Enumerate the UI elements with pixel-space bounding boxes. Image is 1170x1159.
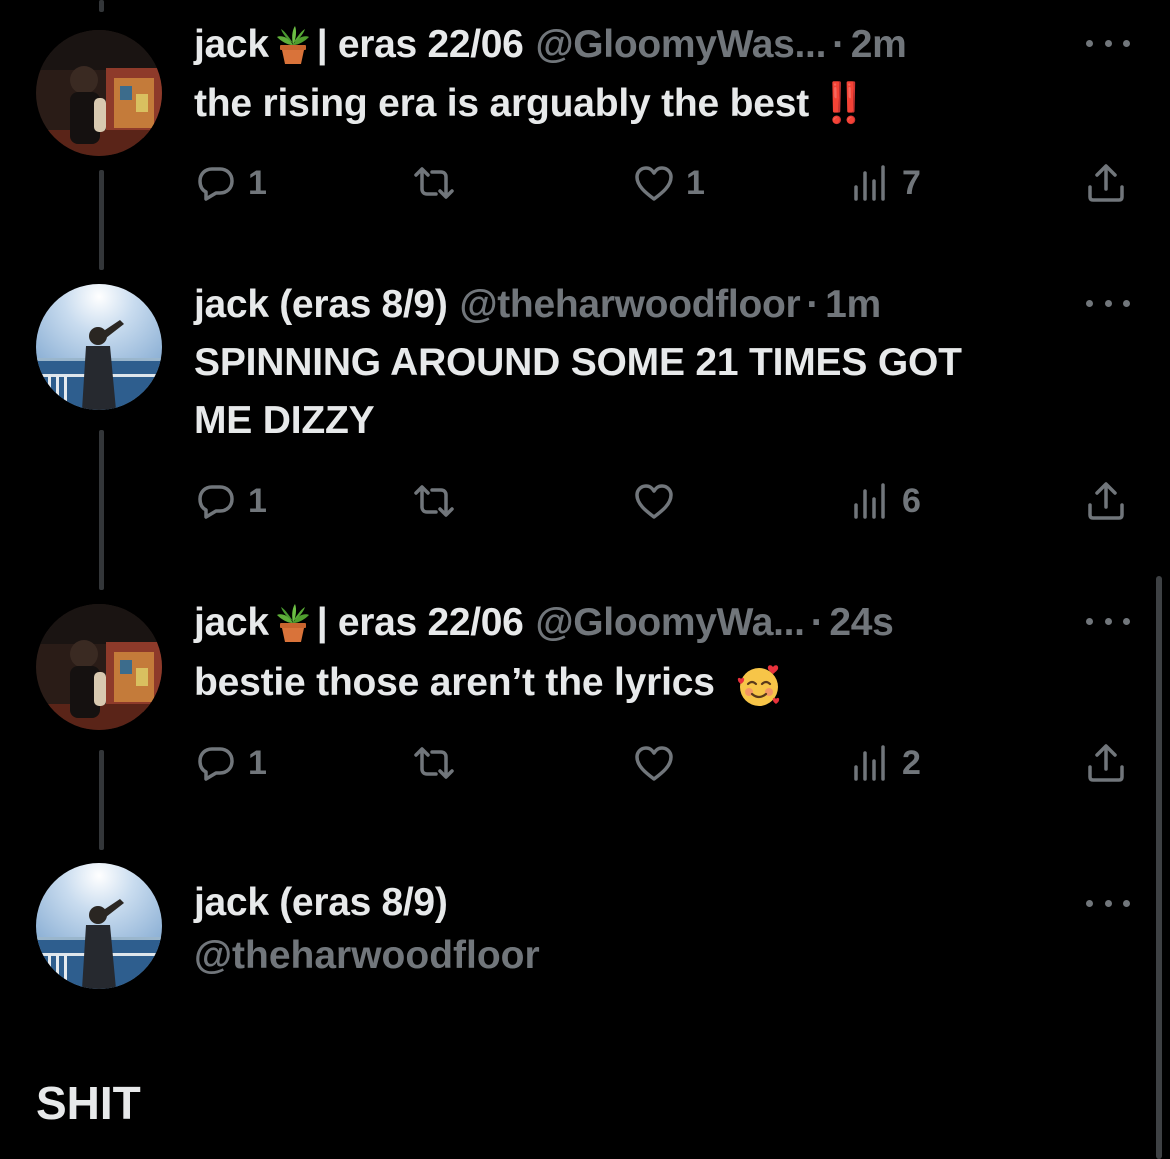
tweet-text: SPINNING AROUND SOME 21 TIMES GOT ME DIZ… [194,341,962,442]
like-button[interactable]: 1 [632,158,705,208]
like-button[interactable] [632,476,686,526]
reply-count: 1 [248,481,267,520]
avatar[interactable] [36,284,162,410]
avatar[interactable] [36,30,162,156]
thread-view: jack | eras 22/06 @GloomyWas... · 2m the… [0,0,1170,1159]
like-icon [635,746,673,781]
reply-icon [198,747,234,781]
potted-plant-emoji [276,26,309,64]
username[interactable]: @theharwoodfloor [460,283,801,327]
tweet-actions: 1 2 [194,738,1134,788]
timestamp[interactable]: 24s [829,601,893,645]
smiling-face-with-hearts-emoji [738,664,780,706]
avatar[interactable] [36,604,162,730]
reply-icon [198,167,234,201]
views-button[interactable]: 2 [848,738,921,788]
reply-button[interactable]: 1 [194,158,267,208]
display-name[interactable]: jack (eras 8/9) [194,881,448,925]
tweet-actions: 1 1 7 [194,158,1134,208]
views-button[interactable]: 7 [848,158,921,208]
reply-count: 1 [248,743,267,782]
like-button[interactable] [632,738,686,788]
double-exclamation-emoji: ‼️ [819,82,869,125]
retweet-icon [414,485,454,517]
tweet-header: jack | eras 22/06 @GloomyWa... · 24s [194,598,894,648]
display-name[interactable]: jack (eras 8/9) [194,283,448,327]
reply-count: 1 [248,163,267,202]
separator-dot: · [832,23,845,66]
view-count: 7 [902,163,921,202]
thread-line [99,0,104,12]
reply-button[interactable]: 1 [194,738,267,788]
timestamp[interactable]: 1m [825,283,881,327]
more-icon[interactable] [1086,288,1130,318]
retweet-icon [414,747,454,779]
username[interactable]: @GloomyWas... [536,23,827,67]
like-icon [635,166,673,201]
reply-icon [198,485,234,519]
view-count: 6 [902,481,921,520]
potted-plant-emoji [276,604,309,642]
share-icon [1088,164,1124,202]
timestamp[interactable]: 2m [851,23,907,67]
tweet-text: SHIT [36,1077,141,1129]
separator-dot: · [810,601,824,644]
share-button[interactable] [1084,476,1128,526]
avatar[interactable] [36,863,162,989]
retweet-icon [414,167,454,199]
separator-dot: · [806,283,820,326]
share-button[interactable] [1084,738,1128,788]
view-count: 2 [902,743,921,782]
views-icon [854,483,885,519]
more-icon[interactable] [1086,28,1130,58]
views-icon [854,745,885,781]
thread-line [99,170,104,270]
retweet-button[interactable] [412,476,466,526]
more-icon[interactable] [1086,888,1130,918]
views-icon [854,165,885,201]
retweet-button[interactable] [412,738,466,788]
tweet-text: bestie those aren’t the lyrics [194,654,1114,712]
display-name-suffix[interactable]: | eras 22/06 [317,23,524,67]
username[interactable]: @GloomyWa... [536,601,805,645]
scrollbar[interactable] [1156,576,1162,1159]
like-icon [635,484,673,519]
views-button[interactable]: 6 [848,476,921,526]
display-name[interactable]: jack [194,601,269,645]
retweet-button[interactable] [412,158,466,208]
share-icon [1088,482,1124,520]
display-name-suffix[interactable]: | eras 22/06 [317,601,524,645]
tweet-header: jack | eras 22/06 @GloomyWas... · 2m [194,20,907,70]
share-button[interactable] [1084,158,1128,208]
username[interactable]: @theharwoodfloor [194,934,540,978]
tweet-header: jack (eras 8/9) [194,878,448,928]
thread-line [99,430,104,590]
like-count: 1 [686,163,705,202]
more-icon[interactable] [1086,606,1130,636]
reply-button[interactable]: 1 [194,476,267,526]
thread-line [99,750,104,850]
display-name[interactable]: jack [194,23,269,67]
tweet-actions: 1 6 [194,476,1134,526]
share-icon [1088,744,1124,782]
tweet-header: jack (eras 8/9) @theharwoodfloor · 1m [194,280,881,330]
tweet-text: the rising era is arguably the best ‼️ [194,82,869,125]
